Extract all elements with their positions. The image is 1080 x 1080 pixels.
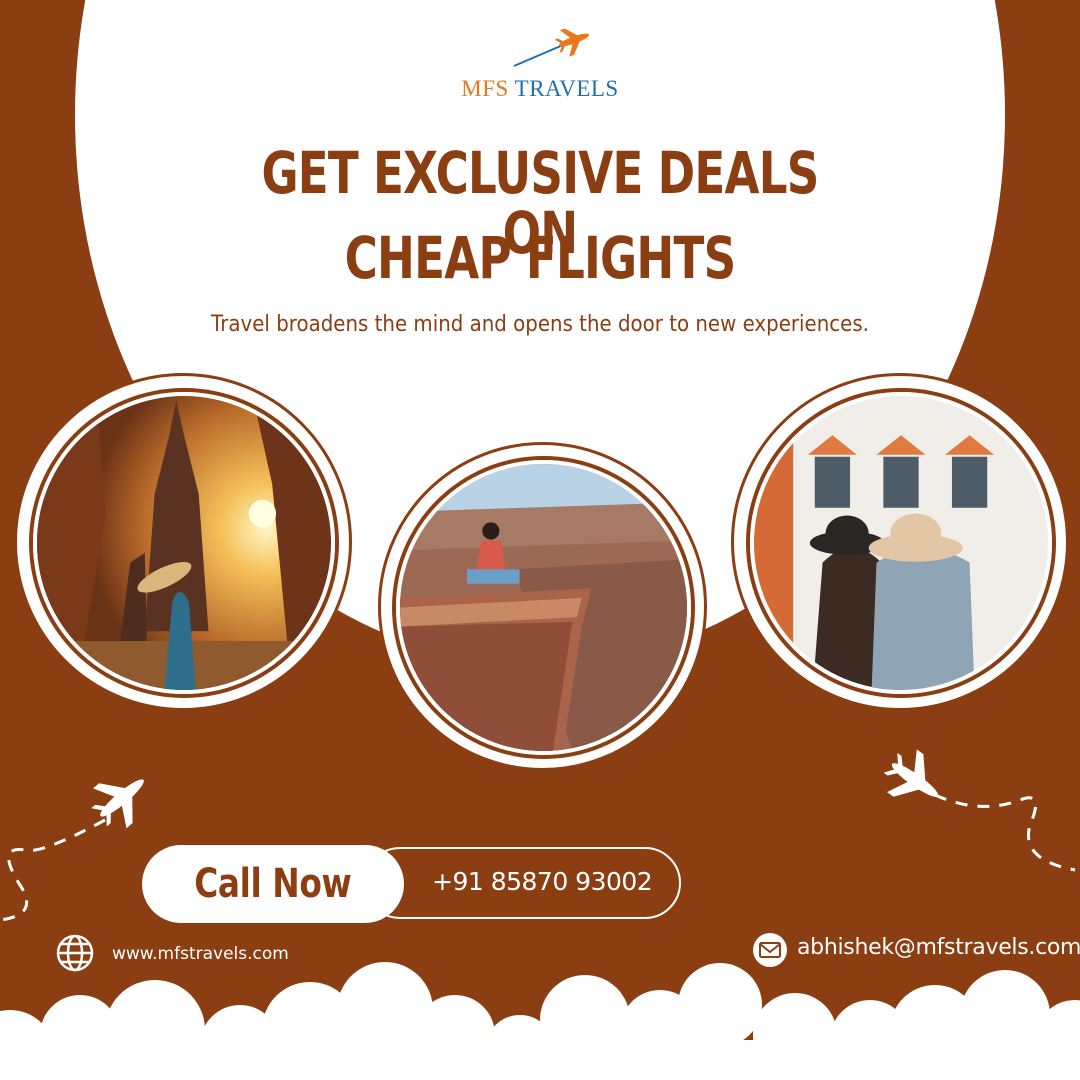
call-now-button[interactable]: Call Now xyxy=(142,845,404,923)
airplane-logo-icon xyxy=(513,28,590,67)
temple-photo xyxy=(33,392,335,694)
phone-number[interactable]: +91 85870 93002 xyxy=(432,867,653,896)
tagline: Travel broadens the mind and opens the d… xyxy=(211,312,869,337)
email-link[interactable]: abhishek@mfstravels.com xyxy=(797,935,1080,960)
brand-name-part2: TRAVELS xyxy=(514,76,619,101)
canyon-photo xyxy=(396,460,691,755)
brand-name-part1: MFS xyxy=(461,76,509,101)
call-now-label: Call Now xyxy=(194,861,352,907)
airplane-right-icon xyxy=(883,749,1076,872)
couple-photo xyxy=(750,392,1052,694)
brand-name: MFS TRAVELS xyxy=(420,76,660,102)
brand-logo: MFS TRAVELS xyxy=(420,28,660,108)
cloud-footer xyxy=(0,962,1080,1080)
call-to-action: +91 85870 93002 Call Now xyxy=(142,845,685,923)
headline-line-2: CHEAP FLIGHTS xyxy=(344,224,737,292)
